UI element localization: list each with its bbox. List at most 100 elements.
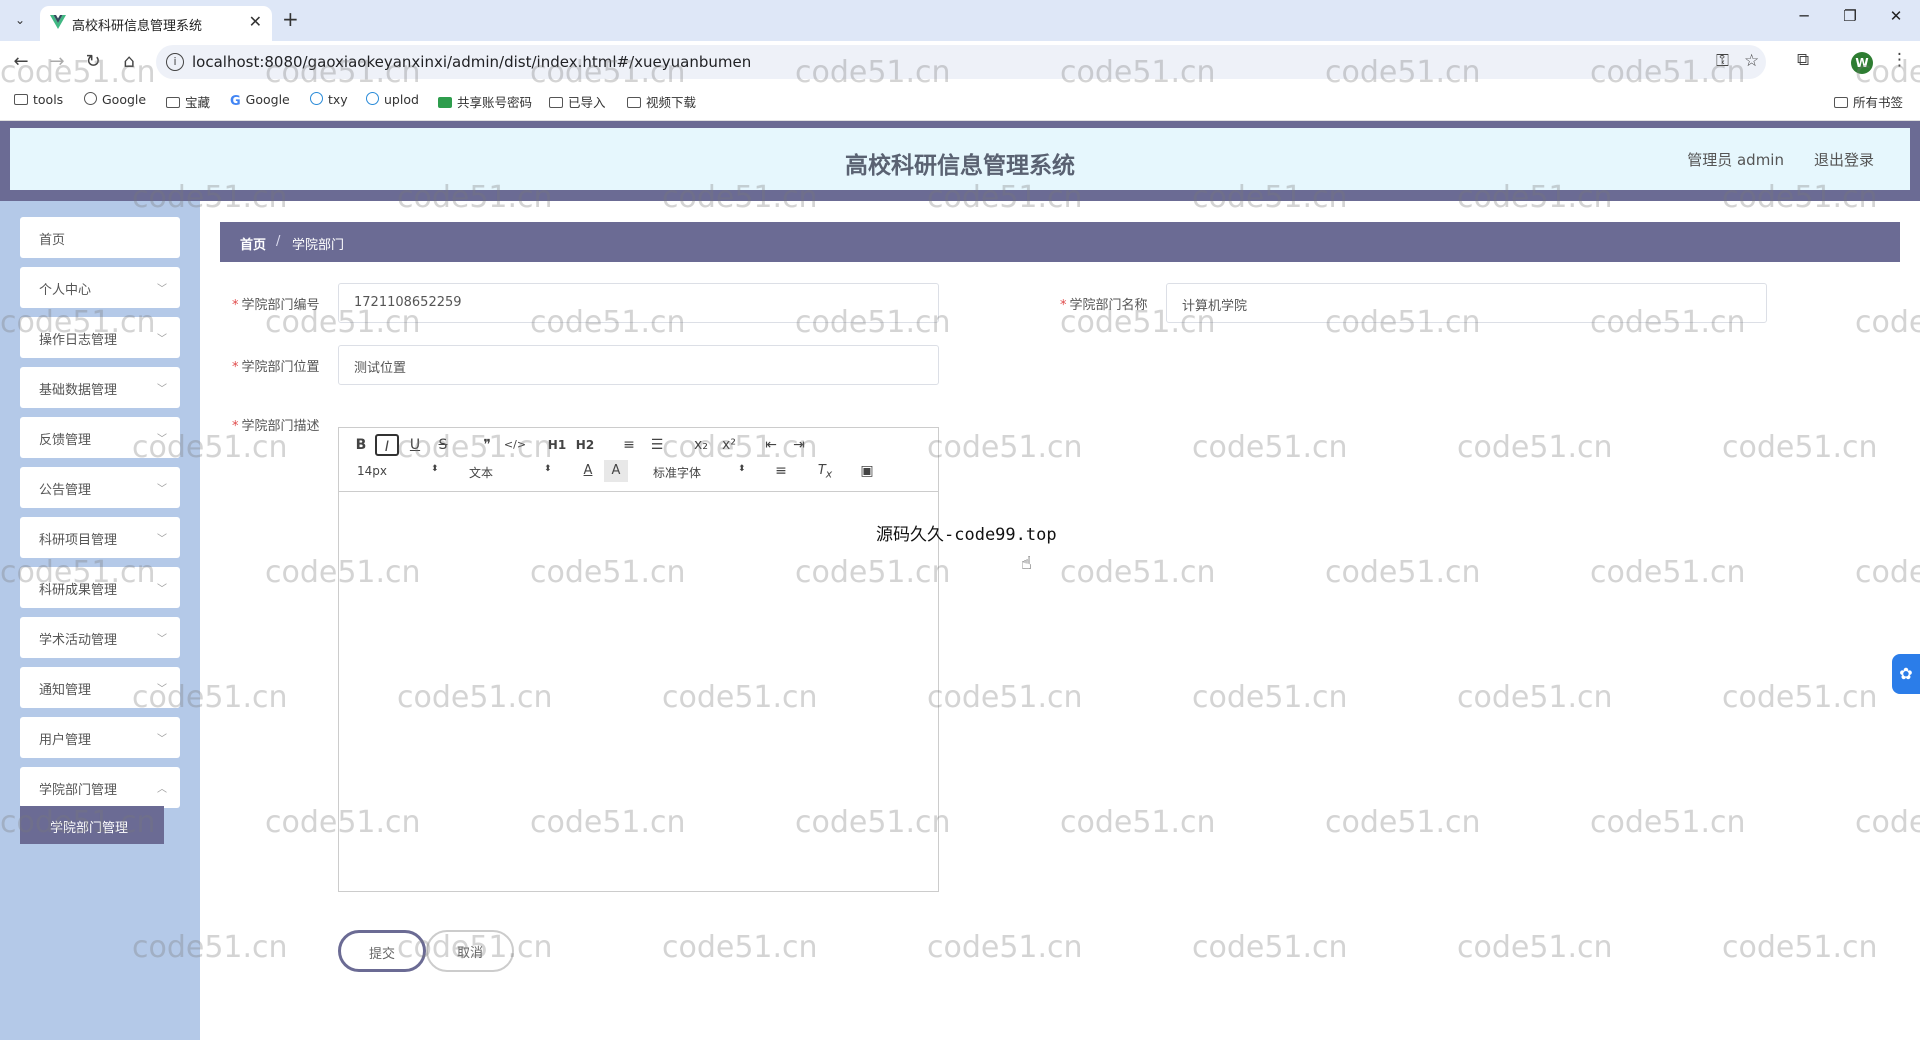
- chevron-down-icon: ﹀: [157, 584, 167, 595]
- chevron-down-icon: ﹀: [157, 684, 167, 695]
- bookmark-imported[interactable]: 已导入: [549, 92, 606, 111]
- background-color-icon[interactable]: A: [604, 460, 628, 482]
- image-icon[interactable]: ▣: [855, 460, 879, 482]
- hand-cursor-icon: ☝: [1021, 553, 1032, 574]
- underline-icon[interactable]: U: [403, 434, 427, 456]
- subscript-icon[interactable]: x₂: [689, 434, 713, 456]
- address-url[interactable]: localhost:8080/gaoxiaokeyanxinxi/admin/d…: [192, 53, 751, 71]
- sidebar-item-department[interactable]: 学院部门管理 ︿: [20, 767, 180, 808]
- outdent-icon[interactable]: ⇤: [759, 434, 783, 456]
- floating-assistant-icon[interactable]: ✿: [1892, 654, 1920, 694]
- sidebar-item-user[interactable]: 用户管理 ﹀: [20, 717, 180, 758]
- department-code-label-text: 学院部门编号: [241, 298, 320, 313]
- sidebar-item-academic-activity[interactable]: 学术活动管理 ﹀: [20, 617, 180, 658]
- app-root: 高校科研信息管理系统 管理员 admin 退出登录 首页 个人中心 ﹀ 操作日志…: [0, 121, 1920, 1040]
- align-icon[interactable]: ≡: [769, 460, 793, 482]
- sidebar-item-research-project[interactable]: 科研项目管理 ﹀: [20, 517, 180, 558]
- minimize-icon[interactable]: ─: [1790, 7, 1818, 25]
- submit-button[interactable]: 提交: [338, 930, 426, 972]
- sidebar-item-label: 用户管理: [39, 733, 92, 748]
- breadcrumb-separator: /: [276, 234, 281, 249]
- select-arrows-icon: ⬍: [544, 464, 552, 474]
- sidebar-item-announcement[interactable]: 公告管理 ﹀: [20, 467, 180, 508]
- text-color-icon[interactable]: A: [576, 460, 600, 482]
- tab-list-chevron-icon[interactable]: ⌄: [8, 9, 32, 31]
- department-location-input[interactable]: 测试位置: [338, 345, 939, 385]
- sidebar-item-label: 操作日志管理: [39, 333, 118, 348]
- extensions-icon[interactable]: ⧉: [1797, 50, 1809, 70]
- tab-title: 高校科研信息管理系统: [72, 19, 203, 34]
- blockquote-icon[interactable]: ❞: [475, 434, 499, 456]
- heading1-icon[interactable]: H1: [545, 434, 569, 456]
- chevron-down-icon: ﹀: [157, 384, 167, 395]
- reload-icon[interactable]: ↻: [80, 49, 106, 75]
- header-select[interactable]: 文本: [469, 464, 493, 481]
- address-bar[interactable]: i localhost:8080/gaoxiaokeyanxinxi/admin…: [156, 45, 1766, 79]
- sidebar-item-operation-log[interactable]: 操作日志管理 ﹀: [20, 317, 180, 358]
- browser-tab[interactable]: 高校科研信息管理系统 ✕: [40, 6, 272, 41]
- select-arrows-icon: ⬍: [738, 464, 746, 474]
- all-bookmarks[interactable]: 所有书签: [1834, 92, 1903, 111]
- cancel-button[interactable]: 取消: [426, 930, 514, 972]
- sidebar-item-label: 通知管理: [39, 683, 92, 698]
- logout-link[interactable]: 退出登录: [1814, 149, 1874, 170]
- overlay-watermark-text: 源码久久-code99.top: [876, 525, 1057, 545]
- department-code-input[interactable]: 1721108652259: [338, 283, 939, 323]
- sidebar-item-feedback[interactable]: 反馈管理 ﹀: [20, 417, 180, 458]
- bookmark-treasure[interactable]: 宝藏: [166, 92, 210, 111]
- forward-icon[interactable]: →: [44, 49, 70, 75]
- new-tab-button[interactable]: +: [282, 7, 299, 31]
- department-name-input[interactable]: 计算机学院: [1166, 283, 1767, 323]
- sidebar-item-research-result[interactable]: 科研成果管理 ﹀: [20, 567, 180, 608]
- profile-avatar[interactable]: W: [1851, 52, 1873, 74]
- indent-icon[interactable]: ⇥: [787, 434, 811, 456]
- bookmark-google-1[interactable]: Google: [84, 92, 146, 107]
- superscript-icon[interactable]: x²: [717, 434, 741, 456]
- clear-format-icon[interactable]: Tx: [813, 460, 837, 482]
- code-block-icon[interactable]: </>: [503, 434, 527, 456]
- chevron-up-icon: ︿: [157, 784, 167, 795]
- sidebar-item-label: 首页: [39, 233, 66, 248]
- tab-close-icon[interactable]: ✕: [249, 12, 262, 31]
- submenu-item-label: 学院部门管理: [50, 821, 129, 836]
- ordered-list-icon[interactable]: ≡: [617, 434, 641, 456]
- bookmark-tools[interactable]: tools: [14, 92, 63, 107]
- sidebar-item-personal-center[interactable]: 个人中心 ﹀: [20, 267, 180, 308]
- home-icon[interactable]: ⌂: [116, 49, 142, 75]
- window-close-icon[interactable]: ✕: [1882, 7, 1910, 25]
- bullet-list-icon[interactable]: ☰: [645, 434, 669, 456]
- bookmark-video-download[interactable]: 视频下载: [627, 92, 696, 111]
- breadcrumb-home[interactable]: 首页: [240, 234, 266, 253]
- back-icon[interactable]: ←: [8, 49, 34, 75]
- editor-content[interactable]: [339, 492, 938, 891]
- chevron-down-icon: ﹀: [157, 734, 167, 745]
- bold-icon[interactable]: B: [349, 434, 373, 456]
- required-mark: *: [232, 419, 239, 434]
- department-location-label-text: 学院部门位置: [241, 360, 320, 375]
- sidebar-item-notification[interactable]: 通知管理 ﹀: [20, 667, 180, 708]
- sidebar-item-basic-data[interactable]: 基础数据管理 ﹀: [20, 367, 180, 408]
- bookmark-shared-accounts[interactable]: 共享账号密码: [438, 92, 532, 111]
- password-key-icon[interactable]: ⚿: [1716, 51, 1729, 71]
- submenu-item-department-management[interactable]: 学院部门管理: [20, 806, 164, 844]
- bookmark-star-icon[interactable]: ☆: [1744, 51, 1759, 71]
- department-code-label: * 学院部门编号: [232, 294, 320, 313]
- italic-icon[interactable]: I: [375, 434, 399, 456]
- bookmark-google-2[interactable]: G Google: [230, 92, 290, 109]
- app-header-inner: 高校科研信息管理系统 管理员 admin 退出登录: [10, 128, 1910, 190]
- font-size-select[interactable]: 14px: [357, 464, 387, 478]
- heading2-icon[interactable]: H2: [573, 434, 597, 456]
- bookmark-uplod[interactable]: uplod: [366, 92, 419, 107]
- strikethrough-icon[interactable]: S: [431, 434, 455, 456]
- department-location-label: * 学院部门位置: [232, 356, 320, 375]
- site-info-icon[interactable]: i: [166, 53, 184, 71]
- required-mark: *: [232, 360, 239, 375]
- sidebar-item-home[interactable]: 首页: [20, 217, 180, 258]
- chevron-down-icon: ﹀: [157, 434, 167, 445]
- app-title: 高校科研信息管理系统: [845, 153, 1075, 179]
- bookmark-txy[interactable]: txy: [310, 92, 348, 107]
- restore-icon[interactable]: ❐: [1836, 7, 1864, 25]
- font-family-select[interactable]: 标准字体: [653, 464, 701, 481]
- vue-logo-icon: [50, 15, 66, 29]
- browser-menu-icon[interactable]: ⋮: [1891, 50, 1908, 70]
